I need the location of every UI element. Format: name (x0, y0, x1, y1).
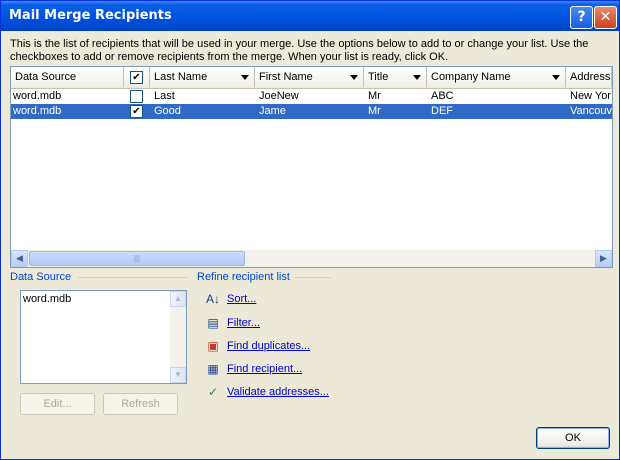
column-header-company-name[interactable]: Company Name (427, 67, 566, 87)
cell-last-name: Last (154, 90, 175, 102)
dropdown-arrow-icon[interactable] (552, 75, 560, 80)
row-checkbox[interactable]: ✔ (130, 105, 143, 118)
validate-addresses-link[interactable]: Validate addresses... (227, 386, 329, 398)
data-source-list[interactable]: word.mdb ▲ ▼ (20, 290, 187, 384)
column-header-address[interactable]: Address (566, 67, 612, 87)
group-divider (295, 277, 331, 278)
list-item[interactable]: word.mdb (23, 293, 71, 305)
column-header-title[interactable]: Title (364, 67, 427, 87)
refine-group-label: Refine recipient list (197, 271, 290, 283)
scroll-right-icon[interactable]: ▶ (595, 250, 612, 267)
column-header-check[interactable]: ✔ (124, 67, 150, 87)
cell-first-name: Jame (259, 105, 286, 117)
cell-company: ABC (431, 90, 454, 102)
filter-icon: ▤ (207, 316, 219, 330)
data-source-group-label: Data Source (10, 271, 72, 283)
cell-data-source: word.mdb (13, 105, 62, 117)
dropdown-arrow-icon[interactable] (241, 75, 249, 80)
row-checkbox[interactable] (130, 90, 143, 103)
vertical-scrollbar[interactable]: ▲ ▼ (170, 291, 186, 383)
scroll-up-icon[interactable]: ▲ (170, 291, 186, 307)
group-divider (78, 277, 188, 278)
cell-address: Vancouv (570, 105, 612, 117)
scroll-down-icon[interactable]: ▼ (170, 367, 186, 383)
table-row-selected[interactable]: word.mdb ✔ Good Jame Mr DEF Vancouv (11, 104, 612, 119)
column-header-last-name[interactable]: Last Name (150, 67, 255, 87)
find-recipient-link[interactable]: Find recipient... (227, 363, 302, 375)
edit-button[interactable]: Edit... (20, 393, 95, 415)
scroll-thumb[interactable]: ||| (29, 251, 245, 266)
cell-first-name: JoeNew (259, 90, 299, 102)
dialog-title: Mail Merge Recipients (9, 8, 172, 23)
ok-button[interactable]: OK (536, 427, 610, 449)
cell-last-name: Good (154, 105, 181, 117)
cell-address: New Yor (570, 90, 611, 102)
sort-link[interactable]: Sort... (227, 293, 256, 305)
filter-link[interactable]: Filter... (227, 317, 260, 329)
instructions-text: This is the list of recipients that will… (10, 38, 589, 63)
find-icon: ▦ (207, 362, 219, 376)
scroll-left-icon[interactable]: ◀ (11, 250, 28, 267)
dropdown-arrow-icon[interactable] (413, 75, 421, 80)
validate-icon: ✓ (207, 385, 219, 399)
cell-title: Mr (368, 90, 381, 102)
title-bar[interactable]: Mail Merge Recipients ? ✕ (1, 1, 619, 31)
select-all-checkbox[interactable]: ✔ (130, 71, 143, 84)
recipients-grid[interactable]: Data Source ✔ Last Name First Name Title… (10, 66, 613, 268)
horizontal-scrollbar[interactable]: ◀ ||| ▶ (11, 250, 612, 267)
refresh-button[interactable]: Refresh (103, 393, 178, 415)
table-row[interactable]: word.mdb Last JoeNew Mr ABC New Yor (11, 89, 612, 104)
cell-title: Mr (368, 105, 381, 117)
column-header-first-name[interactable]: First Name (255, 67, 364, 87)
grid-header: Data Source ✔ Last Name First Name Title… (11, 67, 612, 89)
duplicates-icon: ▣ (207, 339, 219, 353)
column-header-data-source[interactable]: Data Source (11, 67, 124, 87)
sort-icon: A↓ (205, 292, 220, 306)
cell-data-source: word.mdb (13, 90, 62, 102)
cell-company: DEF (431, 105, 453, 117)
help-button[interactable]: ? (570, 6, 593, 29)
close-button[interactable]: ✕ (594, 6, 617, 29)
find-duplicates-link[interactable]: Find duplicates... (227, 340, 310, 352)
mail-merge-recipients-dialog: Mail Merge Recipients ? ✕ This is the li… (0, 0, 620, 460)
dropdown-arrow-icon[interactable] (350, 75, 358, 80)
